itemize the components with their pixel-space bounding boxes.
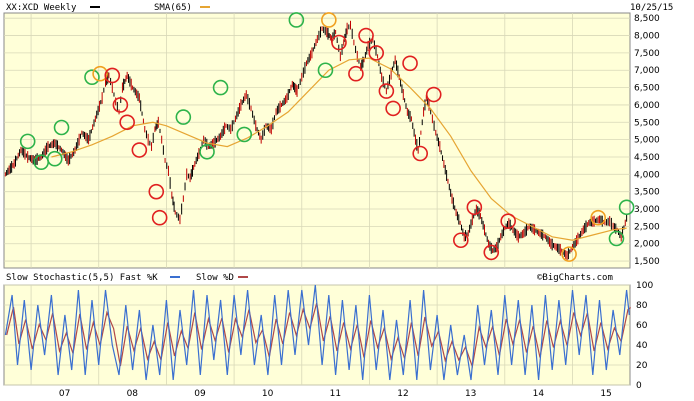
ticker-label: XX:XCD Weekly [6,3,77,13]
x-tick-label: 13 [465,389,476,399]
price-y-tick: 7,500 [634,49,660,59]
date-label: 10/25/15 [630,3,673,13]
price-y-tick: 2,000 [634,240,660,250]
price-y-tick: 3,500 [634,188,660,198]
stoch-y-tick: 60 [636,321,648,331]
x-tick-label: 08 [127,389,139,399]
price-y-tick: 8,000 [634,32,660,42]
chart-svg: 8,500 8,000 7,500 7,000 6,500 6,000 5,500 5,000… [0,0,694,401]
price-y-tick: 5,000 [634,136,660,146]
price-y-tick: 6,500 [634,84,660,94]
x-tick-label: 14 [533,389,545,399]
watermark: ©BigCharts.com [537,273,613,283]
price-y-tick: 8,500 [634,14,660,24]
price-y-tick: 6,000 [634,101,660,111]
stoch-y-tick: 80 [636,301,648,311]
stochastic-label: Slow Stochastic(5,5) Fast %K [6,273,158,283]
price-y-tick: 1,500 [634,257,660,267]
sma-label: SMA(65) [154,3,192,13]
x-tick-label: 11 [330,389,341,399]
x-tick-label: 09 [194,389,206,399]
x-tick-label: 07 [59,389,70,399]
price-y-tick: 7,000 [634,66,660,76]
stoch-y-tick: 40 [636,341,648,351]
slow-d-label: Slow %D [196,273,234,283]
stoch-y-tick: 20 [636,361,648,371]
x-tick-label: 15 [600,389,611,399]
price-y-tick: 5,500 [634,118,660,128]
price-y-tick: 4,000 [634,170,660,180]
stoch-y-tick: 0 [636,381,642,391]
price-y-tick-labels: 8,500 8,000 7,500 7,000 6,500 6,000 5,500 5,000… [634,14,660,267]
x-tick-label: 12 [397,389,408,399]
price-y-tick: 2,500 [634,222,660,232]
stoch-y-tick: 100 [636,281,653,291]
price-y-tick: 4,500 [634,153,660,163]
x-tick-label: 10 [262,389,274,399]
price-y-tick: 3,000 [634,205,660,215]
